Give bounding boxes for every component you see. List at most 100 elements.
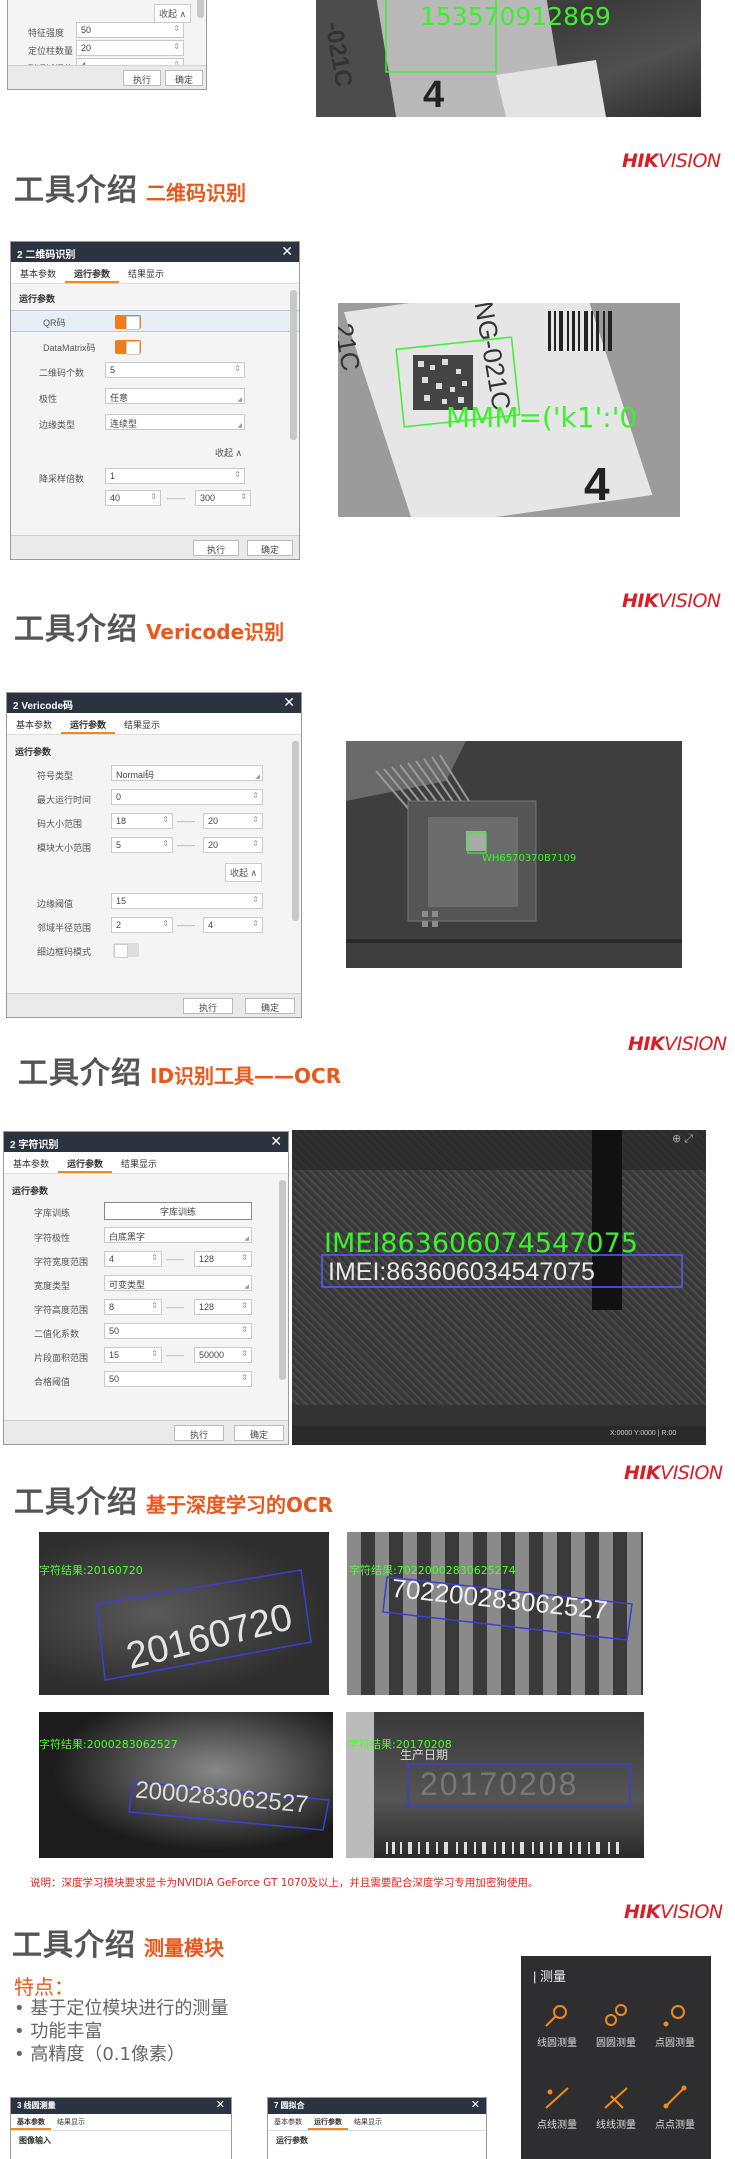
ok-button[interactable]: 确定 bbox=[165, 70, 203, 86]
tab-result[interactable]: 结果显示 bbox=[112, 1152, 166, 1173]
point-circle-icon bbox=[663, 2005, 685, 2027]
range-from-field[interactable]: 40 bbox=[105, 490, 161, 506]
feature-strength-field[interactable]: 50 bbox=[76, 22, 184, 38]
neighbor-radius-to[interactable]: 4 bbox=[203, 917, 263, 933]
tab-basic[interactable]: 基本参数 bbox=[4, 1152, 58, 1173]
module-size-to[interactable]: 20 bbox=[203, 837, 263, 853]
vericode-dialog: 2 Vericode码 ✕ 基本参数 运行参数 结果显示 运行参数 符号类型 No… bbox=[6, 692, 302, 1018]
tab-result[interactable]: 结果显示 bbox=[119, 262, 173, 283]
line-circle-icon bbox=[545, 2005, 567, 2027]
char-width-to[interactable]: 128 bbox=[194, 1251, 252, 1267]
close-icon[interactable]: ✕ bbox=[281, 243, 293, 260]
char-height-from[interactable]: 8 bbox=[104, 1299, 162, 1315]
qr-toggle[interactable] bbox=[115, 315, 141, 330]
max-runtime-field[interactable]: 0 bbox=[111, 789, 263, 805]
dl-result-label: 字符结果:20160720 bbox=[39, 1564, 143, 1577]
hikvision-logo: HIKVISION bbox=[622, 150, 721, 172]
char-width-label: 字符宽度范围 bbox=[34, 1257, 89, 1267]
width-type-select[interactable]: 可变类型 bbox=[104, 1275, 252, 1291]
qr-dialog: 2 二维码识别 ✕ 基本参数 运行参数 结果显示 运行参数 QR码 DataMat… bbox=[10, 241, 300, 560]
collapse-button[interactable]: 收起 ∧ bbox=[225, 863, 263, 882]
code-size-from[interactable]: 18 bbox=[111, 813, 173, 829]
tab-bar: 基本参数 运行参数 结果显示 bbox=[268, 2114, 486, 2131]
segment-area-to[interactable]: 50000 bbox=[194, 1347, 252, 1363]
tab-result[interactable]: 结果显示 bbox=[348, 2114, 388, 2130]
qr-result-image: 21C NG-021C MMM=('k1':'0 4 bbox=[338, 303, 680, 517]
thin-border-label: 细边框码模式 bbox=[37, 947, 92, 957]
tab-basic[interactable]: 基本参数 bbox=[7, 713, 61, 734]
polarity-label: 极性 bbox=[39, 394, 58, 404]
edge-threshold-field[interactable]: 15 bbox=[111, 893, 263, 909]
tool-line-line[interactable]: 线线测量 bbox=[586, 2082, 646, 2131]
close-icon[interactable]: ✕ bbox=[216, 2098, 225, 2111]
max-runtime-label: 最大运行时间 bbox=[37, 795, 92, 805]
tool-point-point[interactable]: 点点测量 bbox=[645, 2082, 705, 2131]
tab-basic[interactable]: 基本参数 bbox=[268, 2114, 308, 2130]
char-width-from[interactable]: 4 bbox=[104, 1251, 162, 1267]
dialog-footer: 执行 确定 bbox=[4, 1420, 288, 1444]
group-header: 运行参数 bbox=[19, 294, 56, 304]
datamatrix-toggle[interactable] bbox=[115, 340, 141, 355]
char-height-to[interactable]: 128 bbox=[194, 1299, 252, 1315]
tab-run[interactable]: 运行参数 bbox=[65, 262, 120, 283]
dl-image-3: 字符结果:2000283062527 2000283062527 bbox=[39, 1712, 333, 1858]
tab-run[interactable]: 运行参数 bbox=[61, 713, 116, 734]
feature-item: 高精度（0.1像素） bbox=[14, 2043, 228, 2066]
tab-result[interactable]: 结果显示 bbox=[115, 713, 169, 734]
char-height-label: 字符高度范围 bbox=[34, 1305, 89, 1315]
qr-count-field[interactable]: 5 bbox=[105, 362, 245, 378]
tab-run[interactable]: 运行参数 bbox=[308, 2114, 348, 2130]
tab-basic[interactable]: 基本参数 bbox=[11, 2114, 51, 2130]
scrollbar[interactable] bbox=[290, 290, 297, 440]
segment-area-label: 片段面积范围 bbox=[34, 1353, 89, 1363]
ok-button[interactable]: 确定 bbox=[234, 1425, 284, 1441]
edge-type-select[interactable]: 连续型 bbox=[105, 414, 245, 430]
run-button[interactable]: 执行 bbox=[174, 1425, 224, 1441]
ok-button[interactable]: 确定 bbox=[247, 540, 293, 556]
run-button[interactable]: 执行 bbox=[123, 70, 161, 86]
ocr-result-image: IMEI863606074547075 IMEI:863606034547075… bbox=[292, 1130, 706, 1445]
module-size-from[interactable]: 5 bbox=[111, 837, 173, 853]
run-button[interactable]: 执行 bbox=[193, 540, 239, 556]
close-icon[interactable]: ✕ bbox=[270, 1133, 282, 1150]
dialog-titlebar: 2 字符识别 ✕ bbox=[4, 1132, 288, 1152]
symbol-type-select[interactable]: Normal码 bbox=[111, 765, 263, 781]
scrollbar[interactable] bbox=[292, 741, 299, 921]
tool-circle-circle[interactable]: 圆圆测量 bbox=[586, 2000, 646, 2049]
collapse-button[interactable]: 收起 ∧ bbox=[211, 444, 246, 461]
range-dash: —— bbox=[167, 493, 185, 503]
tab-run[interactable]: 运行参数 bbox=[58, 1152, 113, 1173]
tab-basic[interactable]: 基本参数 bbox=[11, 262, 65, 283]
tool-point-circle[interactable]: 点圆测量 bbox=[645, 2000, 705, 2049]
qr-toggle-label: QR码 bbox=[43, 318, 66, 328]
run-button[interactable]: 执行 bbox=[183, 998, 233, 1014]
segment-area-from[interactable]: 15 bbox=[104, 1347, 162, 1363]
char-polarity-select[interactable]: 白底黑字 bbox=[104, 1227, 252, 1243]
ok-button[interactable]: 确定 bbox=[245, 998, 295, 1014]
pass-threshold-field[interactable]: 50 bbox=[104, 1371, 252, 1387]
neighbor-radius-from[interactable]: 2 bbox=[111, 917, 173, 933]
zoom-icon[interactable]: ⊕ ⤢ bbox=[672, 1132, 693, 1146]
point-line-icon bbox=[545, 2087, 569, 2109]
code-size-to[interactable]: 20 bbox=[203, 813, 263, 829]
tab-result[interactable]: 结果显示 bbox=[51, 2114, 91, 2130]
tool-point-line[interactable]: 点线测量 bbox=[527, 2082, 587, 2131]
section-title-qr: 工具介绍 二维码识别 bbox=[14, 173, 246, 208]
close-icon[interactable]: ✕ bbox=[283, 694, 295, 711]
range-to-field[interactable]: 300 bbox=[195, 490, 251, 506]
locator-count-field[interactable]: 20 bbox=[76, 40, 184, 56]
close-icon[interactable]: ✕ bbox=[471, 2098, 480, 2111]
collapse-button[interactable]: 收起 ∧ bbox=[154, 4, 192, 23]
polarity-select[interactable]: 任意 bbox=[105, 388, 245, 404]
sample-field[interactable]: 1 bbox=[105, 468, 245, 484]
hikvision-logo: HIKVISION bbox=[622, 590, 721, 612]
scrollbar[interactable] bbox=[197, 0, 204, 18]
dl-result-label: 字符结果:2000283062527 bbox=[39, 1738, 178, 1751]
tool-line-circle[interactable]: 线圆测量 bbox=[527, 2000, 587, 2049]
thin-border-toggle[interactable] bbox=[113, 943, 139, 958]
binarize-field[interactable]: 50 bbox=[104, 1323, 252, 1339]
measure-tool-panel: | 测量 线圆测量 圆圆测量 点圆测量 点线测量 线线测量 点点测量 bbox=[521, 1956, 711, 2159]
scrollbar[interactable] bbox=[279, 1180, 286, 1380]
train-button[interactable]: 字库训练 bbox=[104, 1202, 252, 1220]
dialog-footer: 执行 确定 bbox=[8, 65, 206, 89]
